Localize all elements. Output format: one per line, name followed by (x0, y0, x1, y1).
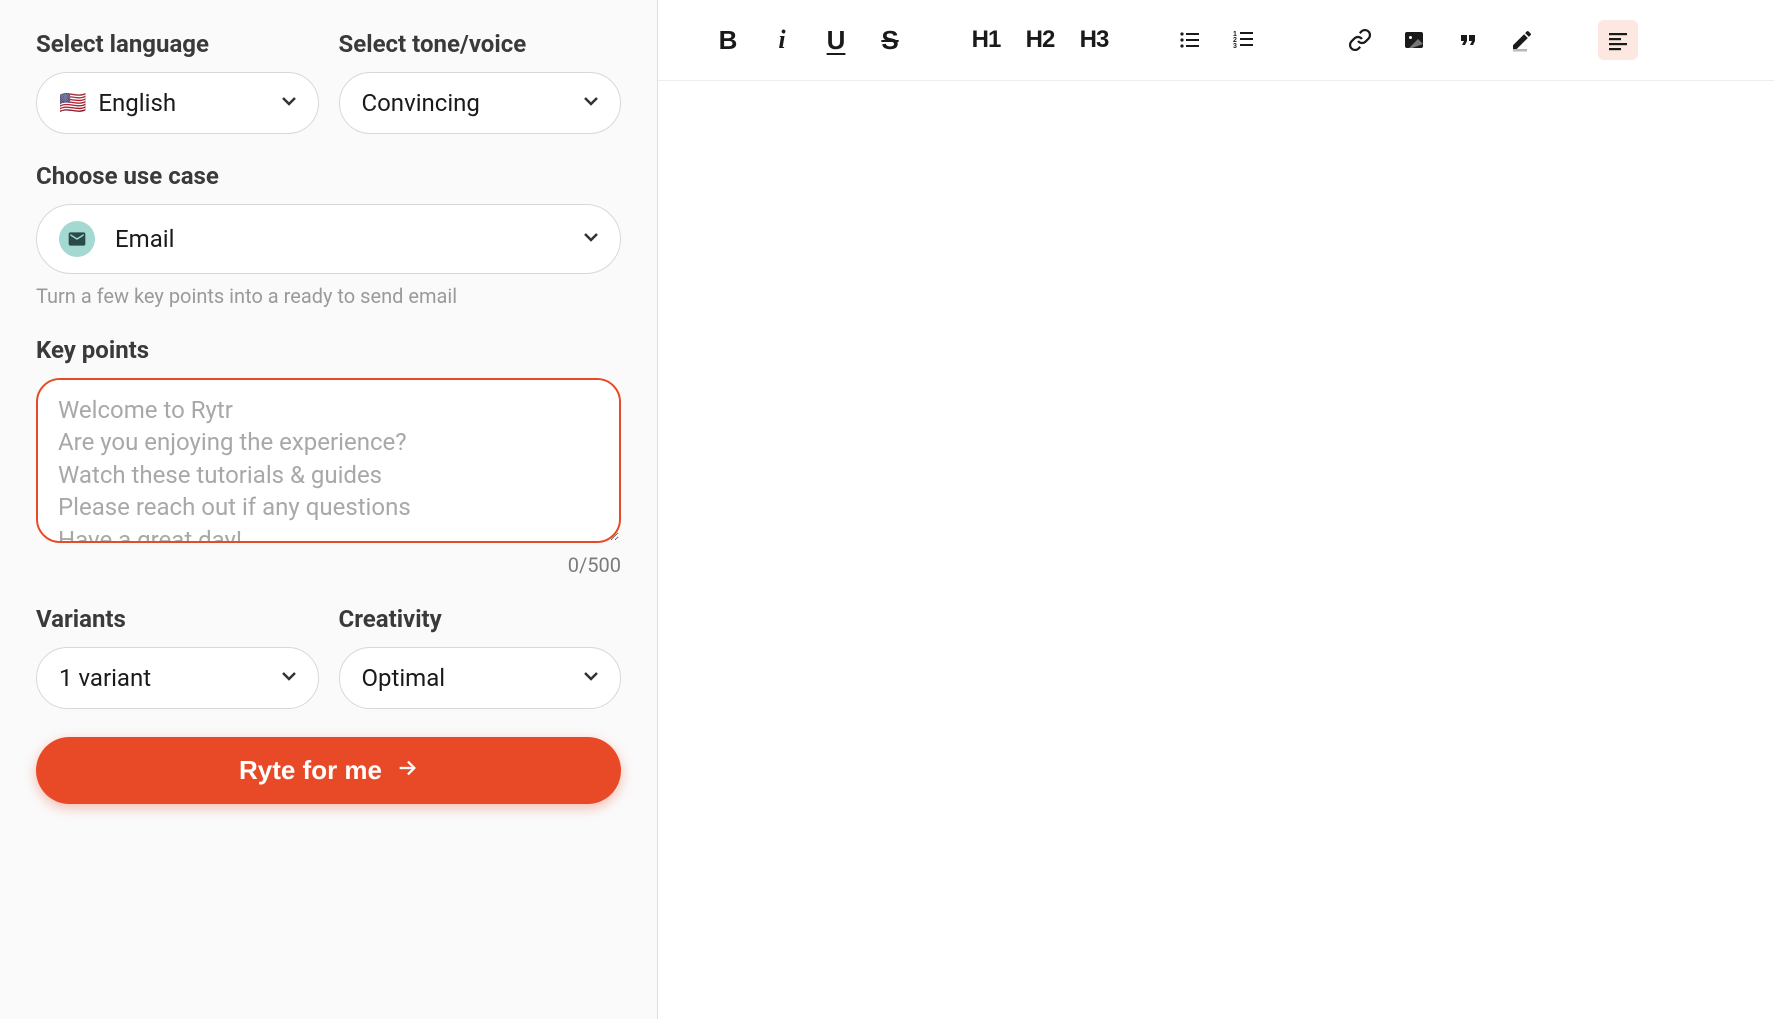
underline-button[interactable]: U (816, 20, 856, 60)
ryte-button[interactable]: Ryte for me (36, 737, 621, 804)
align-left-button[interactable] (1598, 20, 1638, 60)
strikethrough-button[interactable]: S (870, 20, 910, 60)
h2-button[interactable]: H2 (1020, 20, 1060, 60)
h3-button[interactable]: H3 (1074, 20, 1114, 60)
usecase-label: Choose use case (36, 162, 621, 190)
bold-button[interactable]: B (708, 20, 748, 60)
keypoints-label: Key points (36, 336, 621, 364)
numbered-list-button[interactable]: 123 (1224, 20, 1264, 60)
editor-area: B i U S H1 H2 H3 123 (658, 0, 1774, 1019)
usecase-value: Email (115, 225, 174, 253)
tone-value: Convincing (362, 89, 480, 117)
variants-label: Variants (36, 605, 319, 633)
image-button[interactable] (1394, 20, 1434, 60)
sidebar: Select language 🇺🇸 English Select tone/v… (0, 0, 658, 1019)
italic-button[interactable]: i (762, 20, 802, 60)
editor-content[interactable] (658, 81, 1774, 1019)
creativity-value: Optimal (362, 664, 446, 692)
tone-select[interactable]: Convincing (339, 72, 622, 134)
flag-icon: 🇺🇸 (59, 91, 86, 116)
language-label: Select language (36, 30, 319, 58)
quote-button[interactable] (1448, 20, 1488, 60)
h1-button[interactable]: H1 (966, 20, 1006, 60)
creativity-select[interactable]: Optimal (339, 647, 622, 709)
tone-label: Select tone/voice (339, 30, 622, 58)
arrow-right-icon (396, 755, 418, 786)
language-select[interactable]: 🇺🇸 English (36, 72, 319, 134)
ryte-button-label: Ryte for me (239, 755, 382, 786)
language-value: English (98, 89, 176, 117)
variants-select[interactable]: 1 variant (36, 647, 319, 709)
keypoints-counter: 0/500 (36, 553, 621, 577)
email-icon (59, 221, 95, 257)
variants-value: 1 variant (59, 664, 151, 692)
usecase-select[interactable]: Email (36, 204, 621, 274)
link-button[interactable] (1340, 20, 1380, 60)
creativity-label: Creativity (339, 605, 622, 633)
bullet-list-button[interactable] (1170, 20, 1210, 60)
usecase-help: Turn a few key points into a ready to se… (36, 284, 621, 308)
highlight-button[interactable] (1502, 20, 1542, 60)
keypoints-input[interactable] (36, 378, 621, 543)
svg-text:3: 3 (1233, 43, 1237, 50)
editor-toolbar: B i U S H1 H2 H3 123 (658, 0, 1774, 81)
